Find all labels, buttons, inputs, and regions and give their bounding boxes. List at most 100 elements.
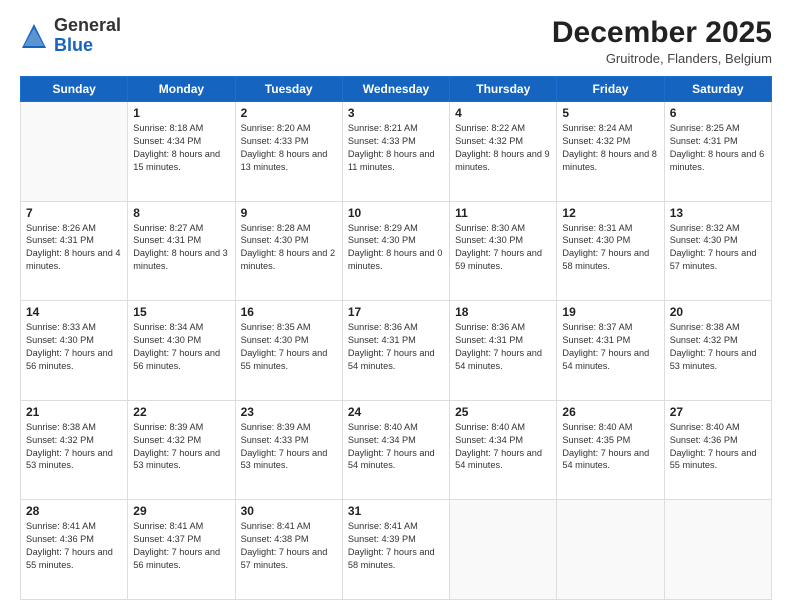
day-number: 14 [26, 305, 122, 319]
title-block: December 2025 Gruitrode, Flanders, Belgi… [552, 16, 772, 66]
table-row: 23 Sunrise: 8:39 AM Sunset: 4:33 PM Dayli… [235, 400, 342, 500]
day-number: 22 [133, 405, 229, 419]
day-info: Sunrise: 8:36 AM Sunset: 4:31 PM Dayligh… [348, 321, 444, 373]
table-row: 9Sunrise: 8:28 AM Sunset: 4:30 PM Daylig… [235, 201, 342, 301]
table-row: 22 Sunrise: 8:39 AM Sunset: 4:32 PM Dayli… [128, 400, 235, 500]
table-row: 3 Sunrise: 8:21 AM Sunset: 4:33 PM Daylig… [342, 102, 449, 202]
table-row: 19 Sunrise: 8:37 AM Sunset: 4:31 PM Dayli… [557, 301, 664, 401]
table-row: 27Sunrise: 8:40 AM Sunset: 4:36 PM Dayli… [664, 400, 771, 500]
day-info: Sunrise: 8:38 AM Sunset: 4:32 PM Dayligh… [670, 321, 766, 373]
day-number: 6 [670, 106, 766, 120]
day-number: 9 [241, 206, 337, 220]
day-number: 19 [562, 305, 658, 319]
day-info: Sunrise: 8:36 AM Sunset: 4:31 PM Dayligh… [455, 321, 551, 373]
logo: General Blue [20, 16, 121, 56]
day-info: Sunrise: 8:41 AM Sunset: 4:39 PM Dayligh… [348, 520, 444, 572]
logo-general: General [54, 15, 121, 35]
day-number: 7 [26, 206, 122, 220]
day-number: 31 [348, 504, 444, 518]
col-saturday: Saturday [664, 77, 771, 102]
day-number: 30 [241, 504, 337, 518]
day-info: Sunrise: 8:41 AM Sunset: 4:36 PM Dayligh… [26, 520, 122, 572]
day-number: 15 [133, 305, 229, 319]
day-info: Sunrise: 8:25 AM Sunset: 4:31 PM Dayligh… [670, 122, 766, 174]
day-number: 13 [670, 206, 766, 220]
table-row [450, 500, 557, 600]
calendar-week-row: 28Sunrise: 8:41 AM Sunset: 4:36 PM Dayli… [21, 500, 772, 600]
calendar-week-row: 21Sunrise: 8:38 AM Sunset: 4:32 PM Dayli… [21, 400, 772, 500]
table-row: 11 Sunrise: 8:30 AM Sunset: 4:30 PM Dayli… [450, 201, 557, 301]
col-thursday: Thursday [450, 77, 557, 102]
calendar-week-row: 14 Sunrise: 8:33 AM Sunset: 4:30 PM Dayli… [21, 301, 772, 401]
day-info: Sunrise: 8:21 AM Sunset: 4:33 PM Dayligh… [348, 122, 444, 174]
day-number: 21 [26, 405, 122, 419]
day-number: 23 [241, 405, 337, 419]
day-number: 1 [133, 106, 229, 120]
day-number: 4 [455, 106, 551, 120]
day-number: 8 [133, 206, 229, 220]
day-number: 3 [348, 106, 444, 120]
table-row: 26 Sunrise: 8:40 AM Sunset: 4:35 PM Dayli… [557, 400, 664, 500]
col-friday: Friday [557, 77, 664, 102]
day-info: Sunrise: 8:41 AM Sunset: 4:37 PM Dayligh… [133, 520, 229, 572]
table-row: 30 Sunrise: 8:41 AM Sunset: 4:38 PM Dayli… [235, 500, 342, 600]
day-info: Sunrise: 8:40 AM Sunset: 4:34 PM Dayligh… [455, 421, 551, 473]
table-row: 16Sunrise: 8:35 AM Sunset: 4:30 PM Dayli… [235, 301, 342, 401]
day-info: Sunrise: 8:33 AM Sunset: 4:30 PM Dayligh… [26, 321, 122, 373]
day-info: Sunrise: 8:31 AM Sunset: 4:30 PM Dayligh… [562, 222, 658, 274]
table-row: 5 Sunrise: 8:24 AM Sunset: 4:32 PM Daylig… [557, 102, 664, 202]
day-number: 24 [348, 405, 444, 419]
table-row: 29Sunrise: 8:41 AM Sunset: 4:37 PM Dayli… [128, 500, 235, 600]
col-sunday: Sunday [21, 77, 128, 102]
day-info: Sunrise: 8:40 AM Sunset: 4:35 PM Dayligh… [562, 421, 658, 473]
logo-icon [20, 22, 48, 50]
day-number: 5 [562, 106, 658, 120]
day-info: Sunrise: 8:39 AM Sunset: 4:32 PM Dayligh… [133, 421, 229, 473]
day-info: Sunrise: 8:27 AM Sunset: 4:31 PM Dayligh… [133, 222, 229, 274]
day-info: Sunrise: 8:22 AM Sunset: 4:32 PM Dayligh… [455, 122, 551, 174]
location: Gruitrode, Flanders, Belgium [552, 51, 772, 66]
day-number: 12 [562, 206, 658, 220]
day-info: Sunrise: 8:39 AM Sunset: 4:33 PM Dayligh… [241, 421, 337, 473]
table-row: 18 Sunrise: 8:36 AM Sunset: 4:31 PM Dayli… [450, 301, 557, 401]
day-info: Sunrise: 8:18 AM Sunset: 4:34 PM Dayligh… [133, 122, 229, 174]
table-row: 8 Sunrise: 8:27 AM Sunset: 4:31 PM Daylig… [128, 201, 235, 301]
table-row: 6 Sunrise: 8:25 AM Sunset: 4:31 PM Daylig… [664, 102, 771, 202]
day-info: Sunrise: 8:40 AM Sunset: 4:34 PM Dayligh… [348, 421, 444, 473]
day-info: Sunrise: 8:26 AM Sunset: 4:31 PM Dayligh… [26, 222, 122, 274]
logo-text: General Blue [54, 16, 121, 56]
day-number: 25 [455, 405, 551, 419]
day-info: Sunrise: 8:20 AM Sunset: 4:33 PM Dayligh… [241, 122, 337, 174]
table-row: 31 Sunrise: 8:41 AM Sunset: 4:39 PM Dayli… [342, 500, 449, 600]
day-number: 17 [348, 305, 444, 319]
day-number: 20 [670, 305, 766, 319]
day-info: Sunrise: 8:37 AM Sunset: 4:31 PM Dayligh… [562, 321, 658, 373]
day-info: Sunrise: 8:34 AM Sunset: 4:30 PM Dayligh… [133, 321, 229, 373]
day-number: 10 [348, 206, 444, 220]
table-row: 4 Sunrise: 8:22 AM Sunset: 4:32 PM Daylig… [450, 102, 557, 202]
table-row: 28Sunrise: 8:41 AM Sunset: 4:36 PM Dayli… [21, 500, 128, 600]
day-number: 11 [455, 206, 551, 220]
table-row: 20 Sunrise: 8:38 AM Sunset: 4:32 PM Dayli… [664, 301, 771, 401]
page-header: General Blue December 2025 Gruitrode, Fl… [20, 16, 772, 66]
table-row: 17 Sunrise: 8:36 AM Sunset: 4:31 PM Dayli… [342, 301, 449, 401]
calendar-page: General Blue December 2025 Gruitrode, Fl… [0, 0, 792, 612]
day-info: Sunrise: 8:30 AM Sunset: 4:30 PM Dayligh… [455, 222, 551, 274]
day-number: 2 [241, 106, 337, 120]
day-number: 16 [241, 305, 337, 319]
table-row: 12 Sunrise: 8:31 AM Sunset: 4:30 PM Dayli… [557, 201, 664, 301]
day-number: 26 [562, 405, 658, 419]
calendar-table: Sunday Monday Tuesday Wednesday Thursday… [20, 76, 772, 600]
table-row: 21Sunrise: 8:38 AM Sunset: 4:32 PM Dayli… [21, 400, 128, 500]
table-row: 13Sunrise: 8:32 AM Sunset: 4:30 PM Dayli… [664, 201, 771, 301]
day-info: Sunrise: 8:24 AM Sunset: 4:32 PM Dayligh… [562, 122, 658, 174]
table-row: 15 Sunrise: 8:34 AM Sunset: 4:30 PM Dayli… [128, 301, 235, 401]
table-row: 14 Sunrise: 8:33 AM Sunset: 4:30 PM Dayli… [21, 301, 128, 401]
day-number: 18 [455, 305, 551, 319]
col-tuesday: Tuesday [235, 77, 342, 102]
calendar-week-row: 7 Sunrise: 8:26 AM Sunset: 4:31 PM Daylig… [21, 201, 772, 301]
day-info: Sunrise: 8:29 AM Sunset: 4:30 PM Dayligh… [348, 222, 444, 274]
day-info: Sunrise: 8:41 AM Sunset: 4:38 PM Dayligh… [241, 520, 337, 572]
day-number: 27 [670, 405, 766, 419]
col-monday: Monday [128, 77, 235, 102]
